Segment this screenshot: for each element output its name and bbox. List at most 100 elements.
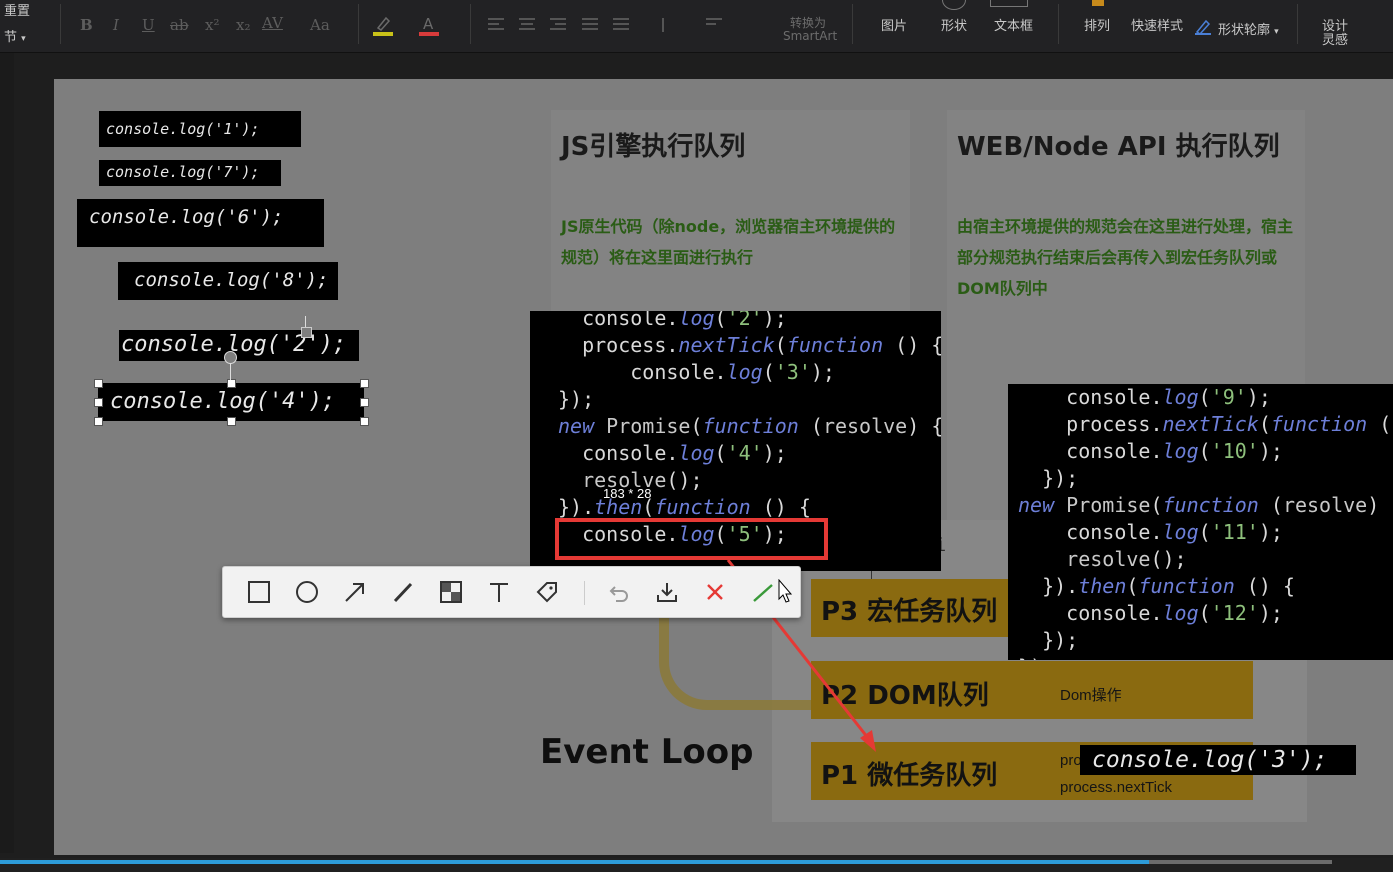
download-button[interactable] — [652, 577, 682, 607]
design-ideas-label-2[interactable]: 灵感 — [1322, 29, 1348, 48]
resize-handle[interactable] — [227, 417, 236, 426]
distribute-icon[interactable] — [613, 18, 629, 32]
code-line: }); — [558, 387, 595, 411]
snippet-log-3[interactable]: console.log('3'); — [1080, 745, 1356, 775]
capture-size-readout: 183 * 28 — [603, 486, 652, 501]
section-dropdown[interactable]: 节 ▾ — [4, 26, 26, 45]
thumbnail-gutter — [0, 53, 14, 853]
justify-icon[interactable] — [582, 18, 598, 32]
ribbon-divider — [358, 4, 359, 44]
font-color-button[interactable]: A — [418, 14, 440, 38]
superscript-button[interactable]: x² — [205, 16, 219, 34]
snippet-log-8[interactable]: console.log('8'); — [118, 262, 338, 300]
highlighter-icon — [373, 16, 393, 36]
pen-tool[interactable] — [388, 577, 418, 607]
arrow-tool[interactable] — [340, 577, 370, 607]
align-center-icon[interactable] — [519, 18, 535, 32]
ribbon-divider — [60, 4, 61, 44]
char-spacing-button[interactable]: AV — [262, 14, 283, 32]
code-line: console.log('4'); — [558, 441, 787, 465]
change-case-button[interactable]: Aa — [310, 16, 330, 34]
code-line: console.log('2'); — [558, 311, 787, 330]
mosaic-tool[interactable] — [436, 577, 466, 607]
ribbon-divider — [852, 4, 853, 44]
mouse-cursor-icon — [778, 579, 793, 603]
snippet-text: console.log('4'); — [110, 389, 336, 414]
cancel-button[interactable] — [700, 577, 730, 607]
ribbon-divider — [1058, 4, 1059, 44]
code-line: process.nextTick(function () { — [1018, 412, 1393, 436]
italic-button[interactable]: I — [113, 16, 119, 34]
snippet-log-1[interactable]: console.log('1'); — [99, 111, 301, 147]
code-line: process.nextTick(function () { — [558, 333, 941, 357]
resize-handle[interactable] — [94, 398, 103, 407]
reset-button[interactable]: 重置 — [4, 0, 30, 19]
download-icon — [657, 583, 677, 602]
section-label: 节 — [4, 30, 18, 45]
align-right-icon[interactable] — [550, 18, 566, 32]
quick-style-button[interactable]: 快速样式 — [1131, 15, 1183, 34]
resize-handle[interactable] — [94, 417, 103, 426]
convert-smartart-label-2[interactable]: SmartArt — [783, 29, 837, 43]
check-icon — [753, 584, 773, 602]
snippet-log-7[interactable]: console.log('7'); — [99, 160, 281, 186]
subscript-button[interactable]: x₂ — [236, 16, 250, 34]
playback-progress-fill[interactable] — [0, 860, 1150, 864]
ribbon-toolbar: 重置 节 ▾ B I U ab x² x₂ AV Aa A 转换为 SmartA… — [0, 0, 1393, 53]
web-panel-description: 由宿主环境提供的规范会在这里进行处理，宿主部分规范执行结束后会再传入到宏任务队列… — [957, 217, 1294, 298]
align-left-icon[interactable] — [488, 18, 504, 32]
text-align-vertical-icon[interactable] — [706, 18, 722, 32]
code-line: }) — [1018, 654, 1393, 660]
toolbar-divider — [584, 581, 585, 605]
rotate-handle[interactable] — [224, 351, 237, 364]
insert-shape-button[interactable]: 形状 — [941, 15, 967, 34]
bold-button[interactable]: B — [80, 16, 93, 34]
code-line: console.log('3'); — [558, 360, 835, 384]
snippet-text: console.log('1'); — [106, 120, 260, 138]
tag-tool[interactable] — [532, 577, 562, 607]
playback-progress-track[interactable] — [1149, 860, 1333, 864]
text-direction-icon[interactable] — [662, 18, 678, 32]
code-line: new Promise(function (resolve) { — [1018, 493, 1393, 517]
js-panel-title: JS引擎执行队列 — [561, 132, 746, 162]
rectangle-tool[interactable] — [244, 577, 274, 607]
underline-button[interactable]: U — [142, 16, 155, 34]
arrange-icon — [1092, 0, 1104, 6]
textbox-icon — [990, 0, 1028, 7]
code-block-right[interactable]: console.log('9'); process.nextTick(funct… — [1008, 384, 1393, 660]
close-icon — [707, 584, 723, 600]
insert-textbox-button[interactable]: 文本框 — [994, 15, 1033, 34]
tag-icon — [536, 582, 557, 603]
highlight-color-button[interactable] — [372, 14, 394, 38]
ellipse-tool[interactable] — [292, 577, 322, 607]
snippet-log-2[interactable]: console.log('2'); — [119, 330, 359, 361]
rectangle-icon — [248, 581, 270, 603]
resize-handle[interactable] — [360, 398, 369, 407]
resize-handle[interactable] — [360, 379, 369, 388]
undo-icon — [609, 586, 628, 602]
code-line: console.log('9'); — [1018, 385, 1271, 409]
code-line: console.log('11'); — [1018, 520, 1283, 544]
snippet-log-6[interactable]: console.log('6'); — [77, 199, 324, 247]
text-icon — [490, 583, 508, 602]
strikethrough-button[interactable]: ab — [170, 16, 189, 34]
capture-toolbar — [222, 566, 801, 618]
resize-handle[interactable] — [227, 379, 236, 388]
snippet-text: console.log('7'); — [106, 163, 260, 181]
snippet-log-4[interactable]: console.log('4'); — [98, 383, 364, 421]
confirm-button[interactable] — [748, 577, 778, 607]
font-color-icon: A — [419, 15, 439, 36]
resize-handle[interactable] — [301, 327, 312, 338]
text-tool[interactable] — [484, 577, 514, 607]
arrow-icon — [345, 583, 364, 602]
resize-handle[interactable] — [94, 379, 103, 388]
shape-outline-button[interactable]: 形状轮廓 ▾ — [1218, 19, 1279, 38]
resize-handle[interactable] — [360, 417, 369, 426]
insert-picture-button[interactable]: 图片 — [881, 15, 907, 34]
undo-button[interactable] — [604, 577, 634, 607]
circle-icon — [296, 581, 318, 603]
ribbon-divider — [470, 4, 471, 44]
arrange-button[interactable]: 排列 — [1084, 15, 1110, 34]
chevron-down-icon: ▾ — [21, 34, 26, 44]
shape-outline-label: 形状轮廓 — [1218, 23, 1271, 38]
